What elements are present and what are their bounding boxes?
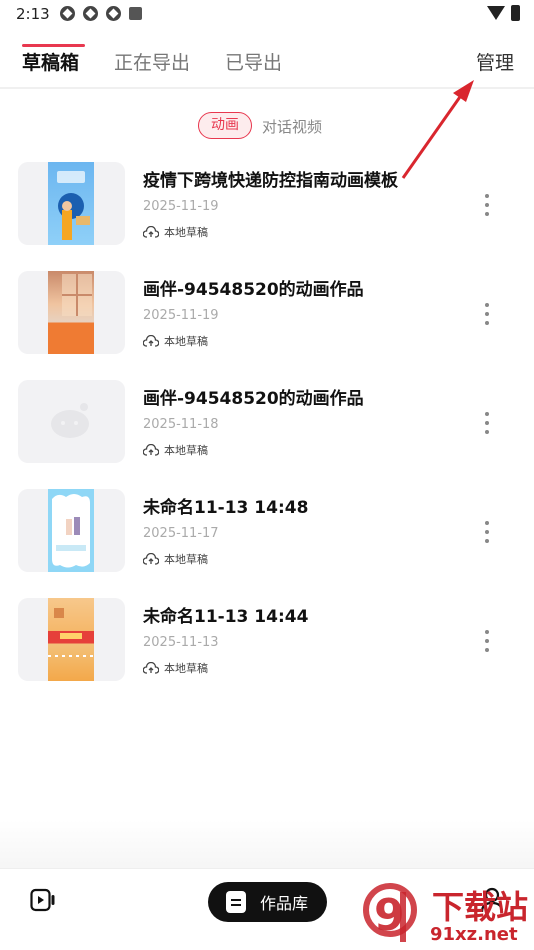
cloud-upload-icon bbox=[143, 226, 159, 238]
draft-thumbnail bbox=[18, 162, 125, 245]
draft-tag-label: 本地草稿 bbox=[164, 553, 208, 566]
tab-drafts[interactable]: 草稿箱 bbox=[22, 48, 79, 75]
draft-item[interactable]: 画伴-94548520的动画作品 2025-11-18 本地草稿 bbox=[0, 380, 534, 464]
draft-title: 画伴-94548520的动画作品 bbox=[143, 389, 364, 409]
cloud-upload-icon bbox=[143, 553, 159, 565]
draft-thumbnail-image bbox=[48, 162, 94, 245]
app-notification-icon bbox=[106, 6, 121, 21]
placeholder-face-icon bbox=[51, 403, 89, 438]
draft-date: 2025-11-19 bbox=[143, 308, 219, 323]
app-notification-icon bbox=[60, 6, 75, 21]
draft-tag-label: 本地草稿 bbox=[164, 662, 208, 675]
status-time: 2:13 bbox=[16, 5, 50, 23]
more-vertical-icon[interactable] bbox=[482, 194, 492, 216]
works-library-label: 作品库 bbox=[260, 894, 309, 913]
draft-thumbnail-image bbox=[48, 271, 94, 354]
draft-item[interactable]: 画伴-94548520的动画作品 2025-11-19 本地草稿 bbox=[0, 271, 534, 355]
battery-icon bbox=[511, 5, 520, 21]
watermark-logo-icon: 9 bbox=[363, 883, 417, 942]
draft-tag-label: 本地草稿 bbox=[164, 335, 208, 348]
active-tab-indicator bbox=[22, 44, 85, 47]
draft-title: 画伴-94548520的动画作品 bbox=[143, 280, 364, 300]
works-library-button[interactable]: 作品库 bbox=[208, 882, 327, 922]
more-vertical-icon[interactable] bbox=[482, 630, 492, 652]
watermark-url: 91xz.net bbox=[430, 924, 518, 945]
draft-date: 2025-11-19 bbox=[143, 199, 219, 214]
annotation-arrow bbox=[401, 80, 474, 179]
draft-thumbnail bbox=[18, 271, 125, 354]
category-filter: 动画 对话视频 bbox=[0, 112, 534, 140]
draft-tag-label: 本地草稿 bbox=[164, 444, 208, 457]
draft-date: 2025-11-17 bbox=[143, 526, 219, 541]
draft-location-tag: 本地草稿 bbox=[143, 224, 208, 240]
notification-icons bbox=[60, 6, 142, 21]
video-camera-icon[interactable] bbox=[30, 888, 56, 912]
draft-thumbnail-image bbox=[48, 489, 94, 572]
draft-item[interactable]: 疫情下跨境快递防控指南动画模板 2025-11-19 本地草稿 bbox=[0, 162, 534, 246]
tab-divider bbox=[0, 87, 534, 89]
draft-date: 2025-11-13 bbox=[143, 635, 219, 650]
tab-exported[interactable]: 已导出 bbox=[225, 48, 282, 75]
draft-item[interactable]: 未命名11-13 14:48 2025-11-17 本地草稿 bbox=[0, 489, 534, 573]
filter-chip-dialogue-video[interactable]: 对话视频 bbox=[262, 116, 322, 137]
tab-exporting[interactable]: 正在导出 bbox=[114, 48, 190, 75]
bottom-fade bbox=[0, 820, 534, 870]
more-vertical-icon[interactable] bbox=[482, 412, 492, 434]
draft-date: 2025-11-18 bbox=[143, 417, 219, 432]
draft-title: 未命名11-13 14:48 bbox=[143, 498, 309, 518]
draft-location-tag: 本地草稿 bbox=[143, 442, 208, 458]
draft-location-tag: 本地草稿 bbox=[143, 333, 208, 349]
watermark-title: 下载站 bbox=[432, 888, 529, 926]
app-notification-icon bbox=[83, 6, 98, 21]
draft-thumbnail-image bbox=[48, 598, 94, 681]
manage-button[interactable]: 管理 bbox=[476, 48, 514, 75]
filter-chip-animation[interactable]: 动画 bbox=[198, 112, 252, 139]
draft-item[interactable]: 未命名11-13 14:44 2025-11-13 本地草稿 bbox=[0, 598, 534, 682]
status-bar: 2:13 bbox=[0, 0, 534, 28]
draft-tag-label: 本地草稿 bbox=[164, 226, 208, 239]
watermark: 9 下载站 91xz.net bbox=[360, 880, 534, 950]
wifi-icon bbox=[487, 6, 505, 20]
draft-location-tag: 本地草稿 bbox=[143, 660, 208, 676]
draft-thumbnail bbox=[18, 380, 125, 463]
draft-title: 疫情下跨境快递防控指南动画模板 bbox=[143, 171, 398, 191]
draft-title: 未命名11-13 14:44 bbox=[143, 607, 309, 627]
cloud-upload-icon bbox=[143, 335, 159, 347]
document-icon bbox=[226, 891, 246, 913]
draft-thumbnail bbox=[18, 598, 125, 681]
system-icons bbox=[487, 5, 520, 21]
more-vertical-icon[interactable] bbox=[482, 303, 492, 325]
app-notification-icon bbox=[129, 7, 142, 20]
draft-thumbnail bbox=[18, 489, 125, 572]
more-vertical-icon[interactable] bbox=[482, 521, 492, 543]
draft-location-tag: 本地草稿 bbox=[143, 551, 208, 567]
cloud-upload-icon bbox=[143, 662, 159, 674]
cloud-upload-icon bbox=[143, 444, 159, 456]
